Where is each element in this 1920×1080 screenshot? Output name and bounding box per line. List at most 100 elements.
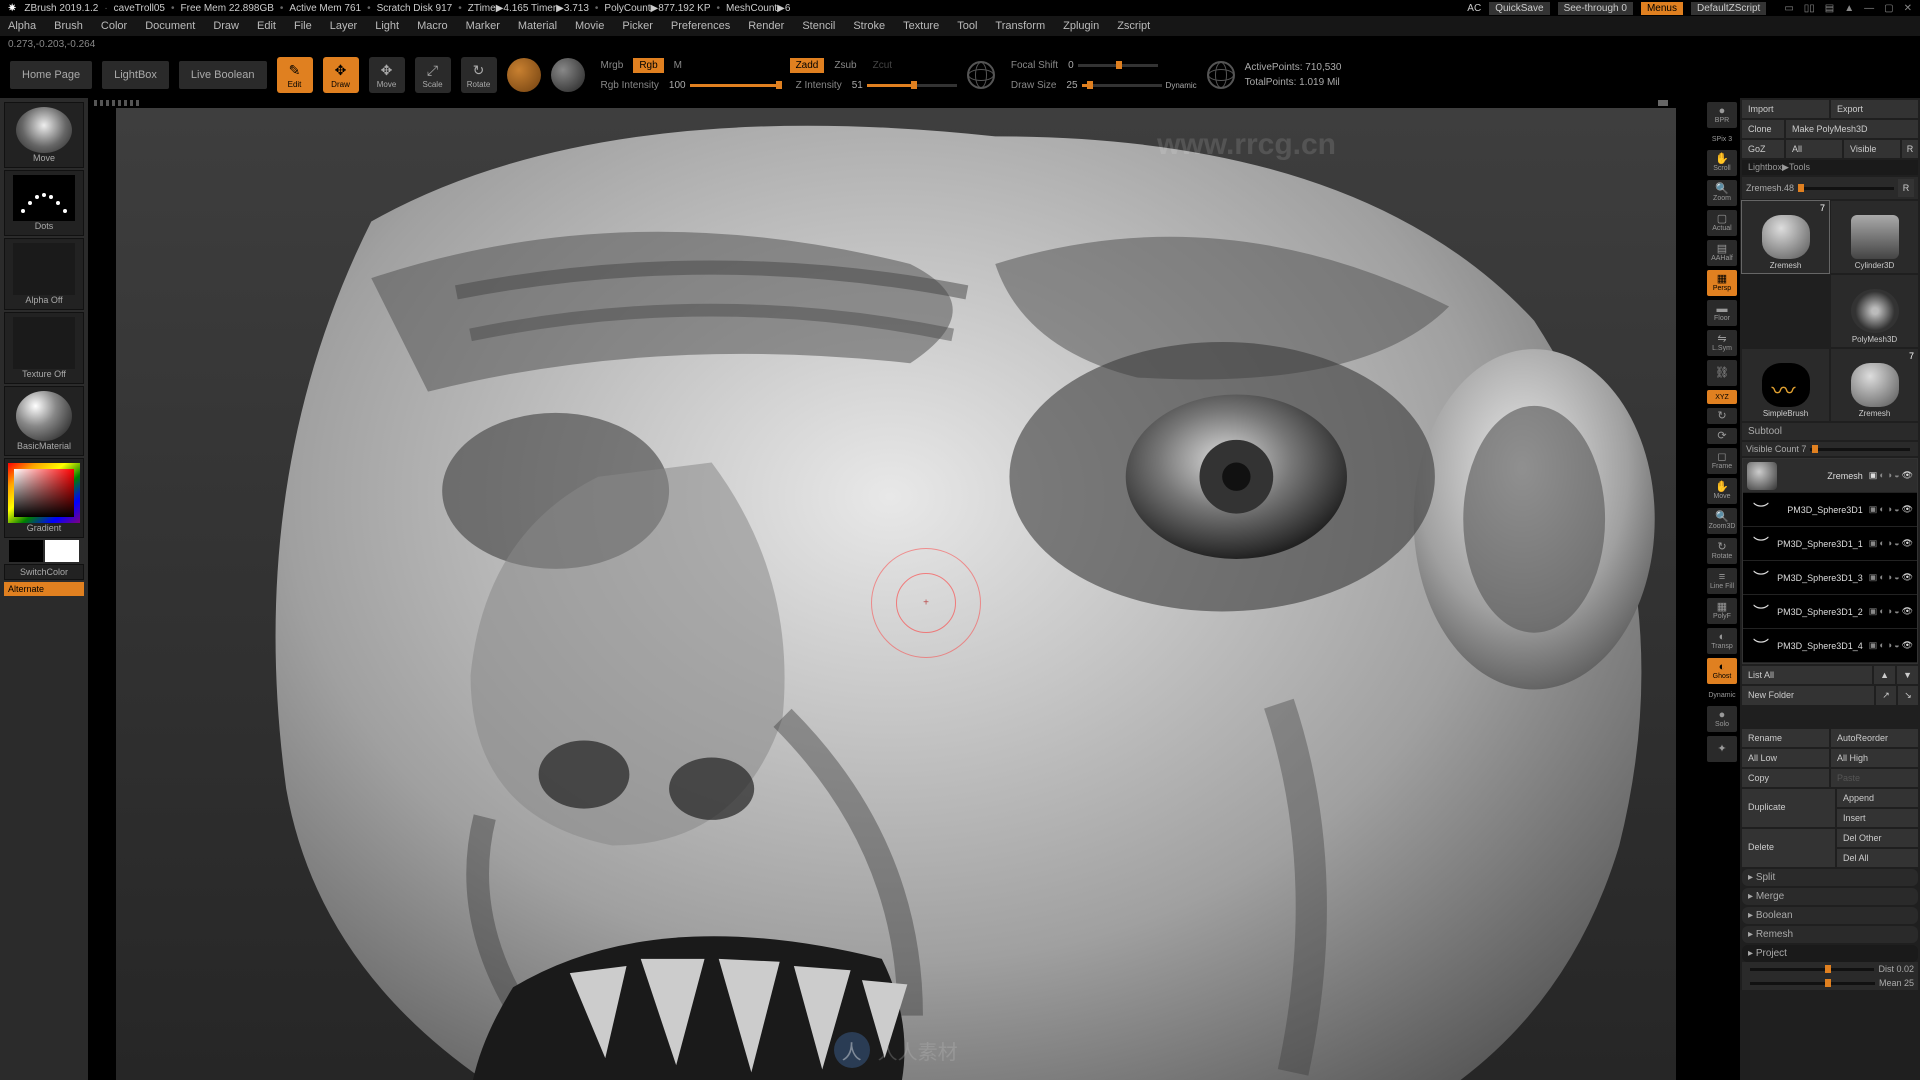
menu-light[interactable]: Light <box>375 20 399 32</box>
int-icon[interactable]: ◒ <box>1894 572 1899 583</box>
z-intensity-value[interactable]: 51 <box>852 80 863 91</box>
menu-movie[interactable]: Movie <box>575 20 604 32</box>
all-high-button[interactable]: All High <box>1831 749 1918 767</box>
export-button[interactable]: Export <box>1831 100 1918 118</box>
start-icon[interactable]: ▣ <box>1869 640 1878 651</box>
live-boolean-button[interactable]: Live Boolean <box>179 61 267 89</box>
dynamic-toggle[interactable]: Dynamic <box>1166 81 1197 90</box>
layout-3-icon[interactable]: ▤ <box>1825 3 1834 14</box>
subtool-header[interactable]: Subtool <box>1742 423 1918 440</box>
int-icon[interactable]: ◒ <box>1894 538 1899 549</box>
eye-icon[interactable]: 👁 <box>1902 606 1913 617</box>
secondary-color-swatch[interactable] <box>9 540 43 562</box>
move-mode-button[interactable]: ✥Move <box>369 57 405 93</box>
sub-icon[interactable]: ◑ <box>1887 640 1892 651</box>
add-icon[interactable]: ◐ <box>1879 572 1884 583</box>
lightbox-button[interactable]: LightBox <box>102 61 169 89</box>
subtool-row[interactable]: Zremesh▣◐◑◒👁 <box>1743 459 1917 493</box>
link-button[interactable]: ⛓ <box>1707 360 1737 386</box>
add-icon[interactable]: ◐ <box>1879 538 1884 549</box>
sculptris-button[interactable] <box>507 58 541 92</box>
color-swatch-icon[interactable] <box>8 463 80 523</box>
zremesh-slider[interactable]: Zremesh. 48 R <box>1742 177 1918 199</box>
add-icon[interactable]: ◐ <box>1879 606 1884 617</box>
subtool-row[interactable]: PM3D_Sphere3D1_3▣◐◑◒👁 <box>1743 561 1917 595</box>
subtool-row[interactable]: PM3D_Sphere3D1_4▣◐◑◒👁 <box>1743 629 1917 663</box>
goz-button[interactable]: GoZ <box>1742 140 1784 158</box>
menu-render[interactable]: Render <box>748 20 784 32</box>
int-icon[interactable]: ◒ <box>1894 470 1899 481</box>
tool-simplebrush[interactable]: SimpleBrush <box>1742 349 1829 421</box>
zoom-button[interactable]: 🔍Zoom <box>1707 180 1737 206</box>
menu-brush[interactable]: Brush <box>54 20 83 32</box>
alternate-button[interactable]: Alternate <box>4 582 84 596</box>
xpose-button[interactable]: ✦ <box>1707 736 1737 762</box>
menu-file[interactable]: File <box>294 20 312 32</box>
linefill-button[interactable]: ≡Line Fill <box>1707 568 1737 594</box>
eye-icon[interactable]: 👁 <box>1902 504 1913 515</box>
maximize-icon[interactable]: ▢ <box>1884 3 1893 14</box>
draw-size-value[interactable]: 25 <box>1066 80 1077 91</box>
new-folder-button[interactable]: New Folder <box>1742 686 1874 705</box>
zremesh-r-button[interactable]: R <box>1898 179 1914 197</box>
eye-icon[interactable]: 👁 <box>1902 572 1913 583</box>
zsub-toggle[interactable]: Zsub <box>828 58 862 73</box>
gyro-icon[interactable] <box>967 61 995 89</box>
menu-draw[interactable]: Draw <box>213 20 239 32</box>
dynamic-indicator[interactable]: Dynamic <box>1707 688 1737 702</box>
sub-icon[interactable]: ◑ <box>1887 572 1892 583</box>
menu-alpha[interactable]: Alpha <box>8 20 36 32</box>
sub-icon[interactable]: ◑ <box>1887 504 1892 515</box>
start-icon[interactable]: ▣ <box>1869 470 1878 481</box>
minimize-icon[interactable]: — <box>1864 3 1874 14</box>
split-accordion[interactable]: Split <box>1742 869 1918 886</box>
mean-slider[interactable]: Mean 25 <box>1742 976 1918 990</box>
int-icon[interactable]: ◒ <box>1894 606 1899 617</box>
make-polymesh-button[interactable]: Make PolyMesh3D <box>1786 120 1918 138</box>
goz-visible-button[interactable]: Visible <box>1844 140 1900 158</box>
menu-material[interactable]: Material <box>518 20 557 32</box>
menu-color[interactable]: Color <box>101 20 127 32</box>
layout-2-icon[interactable]: ▯▯ <box>1804 3 1815 14</box>
menu-transform[interactable]: Transform <box>995 20 1045 32</box>
switch-color-button[interactable]: SwitchColor <box>4 564 84 580</box>
tool-zremesh-2[interactable]: 7Zremesh <box>1831 349 1918 421</box>
spix-indicator[interactable]: SPix 3 <box>1707 132 1737 146</box>
remesh-accordion[interactable]: Remesh <box>1742 926 1918 943</box>
goz-all-button[interactable]: All <box>1786 140 1842 158</box>
folder-down-button[interactable]: ↘ <box>1898 686 1918 705</box>
brush-picker[interactable]: Move <box>4 102 84 168</box>
tool-polymesh[interactable]: PolyMesh3D <box>1831 275 1918 347</box>
list-all-button[interactable]: List All <box>1742 666 1872 684</box>
home-page-button[interactable]: Home Page <box>10 61 92 89</box>
delete-button[interactable]: Delete <box>1742 829 1835 867</box>
axis-y-button[interactable]: ↻ <box>1707 408 1737 424</box>
bpr-button[interactable]: ●BPR <box>1707 102 1737 128</box>
rename-button[interactable]: Rename <box>1742 729 1829 747</box>
eye-icon[interactable]: 👁 <box>1902 640 1913 651</box>
scale-mode-button[interactable]: ⤢Scale <box>415 57 451 93</box>
goz-r-button[interactable]: R <box>1902 140 1918 158</box>
zcut-toggle[interactable]: Zcut <box>867 58 898 73</box>
rgb-intensity-value[interactable]: 100 <box>669 80 686 91</box>
rotate-mode-button[interactable]: ↻Rotate <box>461 57 497 93</box>
m-toggle[interactable]: M <box>668 58 688 73</box>
actual-button[interactable]: ▢Actual <box>1707 210 1737 236</box>
gizmo3d-button[interactable] <box>551 58 585 92</box>
persp-button[interactable]: ▦Persp <box>1707 270 1737 296</box>
quicksave-button[interactable]: QuickSave <box>1489 2 1549 15</box>
menu-stencil[interactable]: Stencil <box>802 20 835 32</box>
texture-picker[interactable]: Texture Off <box>4 312 84 384</box>
zoom3d-button[interactable]: 🔍Zoom3D <box>1707 508 1737 534</box>
merge-accordion[interactable]: Merge <box>1742 888 1918 905</box>
draw-gyro-icon[interactable] <box>1207 61 1235 89</box>
lsym-button[interactable]: ⇋L.Sym <box>1707 330 1737 356</box>
ghost-button[interactable]: ◐Ghost <box>1707 658 1737 684</box>
draw-mode-button[interactable]: ✥Draw <box>323 57 359 93</box>
seethrough-slider[interactable]: See-through 0 <box>1558 2 1633 15</box>
rgb-intensity-slider[interactable] <box>690 84 780 87</box>
import-button[interactable]: Import <box>1742 100 1829 118</box>
menu-texture[interactable]: Texture <box>903 20 939 32</box>
clone-button[interactable]: Clone <box>1742 120 1784 138</box>
user-icon[interactable]: ▲ <box>1844 3 1854 14</box>
